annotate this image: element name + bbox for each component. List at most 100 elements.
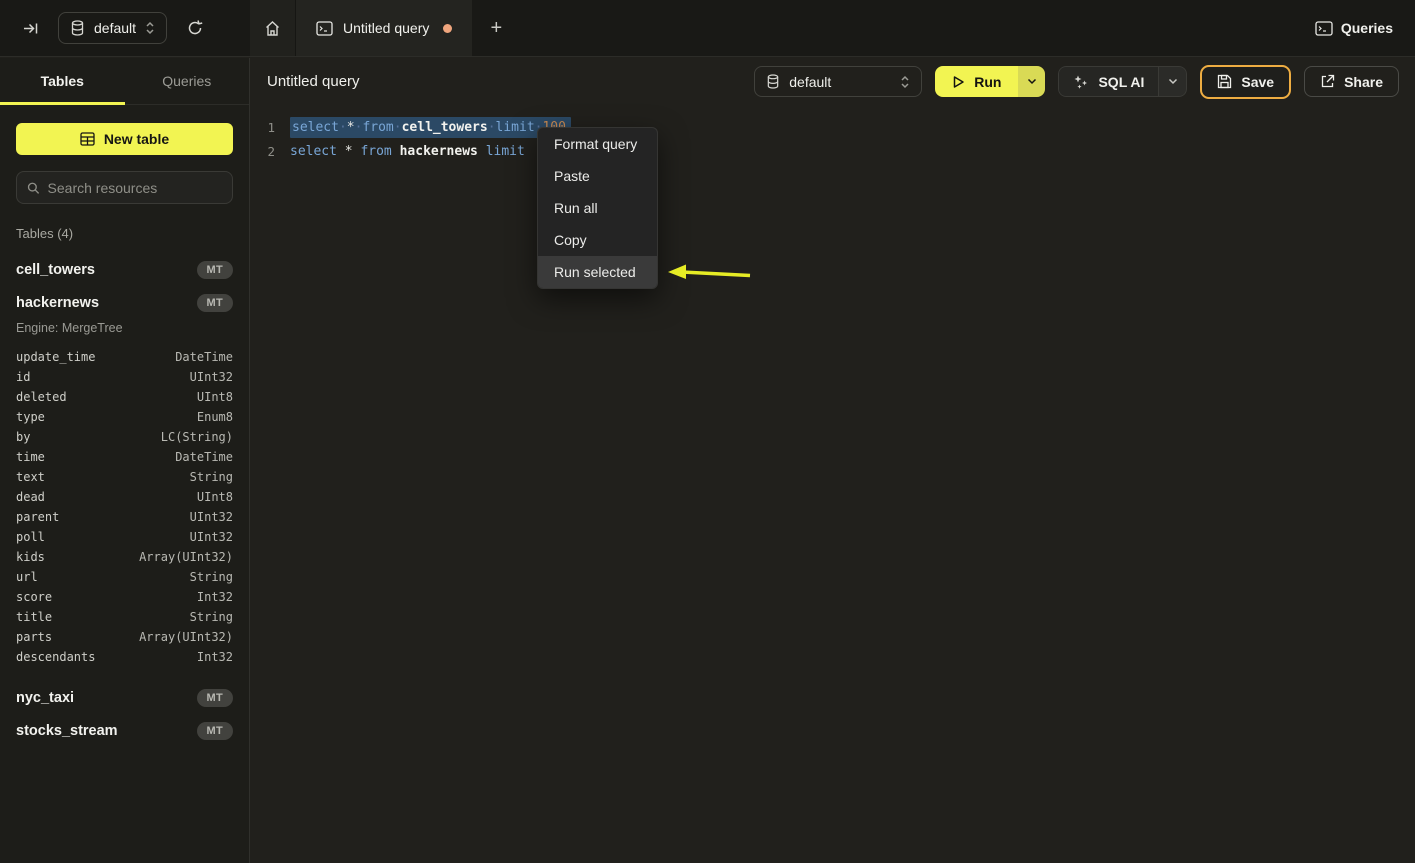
column-name: dead: [16, 490, 45, 504]
sql-ai-label: SQL AI: [1098, 74, 1144, 90]
home-button[interactable]: [250, 0, 296, 56]
run-button[interactable]: Run: [935, 66, 1018, 97]
whitespace-dot: ·: [394, 120, 402, 135]
editor-lines: 1select·*·from·cell_towers·limit·1002sel…: [251, 115, 1415, 163]
engine-badge: MT: [197, 294, 233, 312]
schema-row: type Enum8: [16, 407, 233, 427]
column-type: Enum8: [197, 410, 233, 424]
menu-item-run-all[interactable]: Run all: [538, 192, 657, 224]
new-tab-button[interactable]: +: [472, 0, 520, 56]
table-row-nyc-taxi[interactable]: nyc_taxi MT: [16, 681, 233, 714]
menu-item-format-query[interactable]: Format query: [538, 128, 657, 160]
schema-row: score Int32: [16, 587, 233, 607]
updown-chevron-icon: [900, 75, 910, 89]
tab-untitled-query[interactable]: Untitled query: [296, 0, 472, 56]
unsaved-dot: [443, 24, 452, 33]
new-table-button[interactable]: New table: [16, 123, 233, 155]
column-type: Int32: [197, 590, 233, 604]
tables-section-header: Tables (4): [16, 226, 233, 241]
column-name: parent: [16, 510, 59, 524]
token-op: *: [345, 144, 353, 159]
table-name: stocks_stream: [16, 723, 118, 739]
menu-item-paste[interactable]: Paste: [538, 160, 657, 192]
sidebar-tab-queries[interactable]: Queries: [125, 58, 250, 104]
token-kw: limit: [486, 144, 525, 159]
table-row-hackernews[interactable]: hackernews MT: [16, 286, 233, 319]
table-name: nyc_taxi: [16, 690, 74, 706]
column-name: descendants: [16, 650, 95, 664]
column-type: UInt8: [197, 490, 233, 504]
search-input[interactable]: [48, 180, 222, 196]
share-button-label: Share: [1344, 74, 1383, 90]
token-kw: select: [290, 144, 337, 159]
query-toolbar: Untitled query default Run: [251, 58, 1415, 105]
column-type: UInt8: [197, 390, 233, 404]
toolbar-actions: default Run: [754, 65, 1399, 99]
sql-ai-caret[interactable]: [1158, 66, 1187, 97]
sql-editor[interactable]: 1select·*·from·cell_towers·limit·1002sel…: [251, 105, 1415, 163]
column-type: Int32: [197, 650, 233, 664]
column-type: UInt32: [190, 370, 233, 384]
code-line: 2select * from hackernews limit: [251, 139, 1415, 163]
schema-row: urlString: [16, 567, 233, 587]
save-button[interactable]: Save: [1200, 65, 1291, 99]
sql-ai-button-group: SQL AI: [1058, 66, 1187, 97]
sparkles-icon: [1073, 74, 1089, 90]
column-name: text: [16, 470, 45, 484]
database-selector[interactable]: default: [58, 12, 167, 44]
chevron-down-icon: [1168, 78, 1178, 85]
toolbar-database-value: default: [789, 74, 891, 90]
table-row-stocks-stream[interactable]: stocks_stream MT: [16, 714, 233, 747]
editor-context-menu: Format queryPasteRun allCopyRun selected: [537, 127, 658, 289]
selected-code: select·*·from·cell_towers·limit·100: [290, 117, 571, 138]
column-name: id: [16, 370, 30, 384]
column-name: title: [16, 610, 52, 624]
token-op: *: [347, 120, 355, 135]
share-button[interactable]: Share: [1304, 66, 1399, 97]
column-name: score: [16, 590, 52, 604]
queries-button[interactable]: Queries: [1293, 0, 1415, 56]
main-area: Untitled query default Run: [251, 58, 1415, 863]
table-icon: [80, 132, 95, 146]
chevron-down-icon: [1027, 78, 1037, 85]
token-kw: from: [360, 144, 391, 159]
tables-list: Tables (4) cell_towers MT hackernews MT …: [0, 204, 249, 747]
table-row-cell-towers[interactable]: cell_towers MT: [16, 253, 233, 286]
search-box: [16, 171, 233, 204]
database-selector-value: default: [94, 20, 136, 36]
run-options-caret[interactable]: [1018, 66, 1045, 97]
sql-ai-button[interactable]: SQL AI: [1058, 66, 1158, 97]
engine-badge: MT: [197, 722, 233, 740]
collapse-sidebar-icon[interactable]: [16, 14, 44, 42]
schema-row: dead UInt8: [16, 487, 233, 507]
column-type: LC(String): [161, 430, 233, 444]
top-bar: default Untitled query +: [0, 0, 1415, 57]
token-kw: limit: [496, 120, 535, 135]
terminal-icon: [316, 21, 333, 36]
menu-item-run-selected[interactable]: Run selected: [538, 256, 657, 288]
queries-button-label: Queries: [1341, 20, 1393, 36]
schema-row: timeDateTime: [16, 447, 233, 467]
token-kw: from: [362, 120, 393, 135]
engine-badge: MT: [197, 261, 233, 279]
line-number: 2: [251, 144, 275, 159]
schema-row: parentUInt32: [16, 507, 233, 527]
menu-item-copy[interactable]: Copy: [538, 224, 657, 256]
column-name: time: [16, 450, 45, 464]
column-name: deleted: [16, 390, 67, 404]
column-name: type: [16, 410, 45, 424]
column-name: parts: [16, 630, 52, 644]
schema-row: deleted UInt8: [16, 387, 233, 407]
database-icon: [766, 74, 780, 89]
schema-row: pollUInt32: [16, 527, 233, 547]
column-name: update_time: [16, 350, 95, 364]
toolbar-database-selector[interactable]: default: [754, 66, 922, 97]
engine-label: Engine: MergeTree: [16, 321, 233, 335]
query-title: Untitled query: [267, 73, 360, 90]
refresh-icon[interactable]: [181, 14, 209, 42]
schema-list: update_timeDateTimeidUInt32deletedUInt8t…: [16, 347, 233, 667]
run-button-group: Run: [935, 66, 1045, 97]
sidebar-tab-tables[interactable]: Tables: [0, 58, 125, 104]
column-type: String: [190, 470, 233, 484]
schema-row: descendants Int32: [16, 647, 233, 667]
